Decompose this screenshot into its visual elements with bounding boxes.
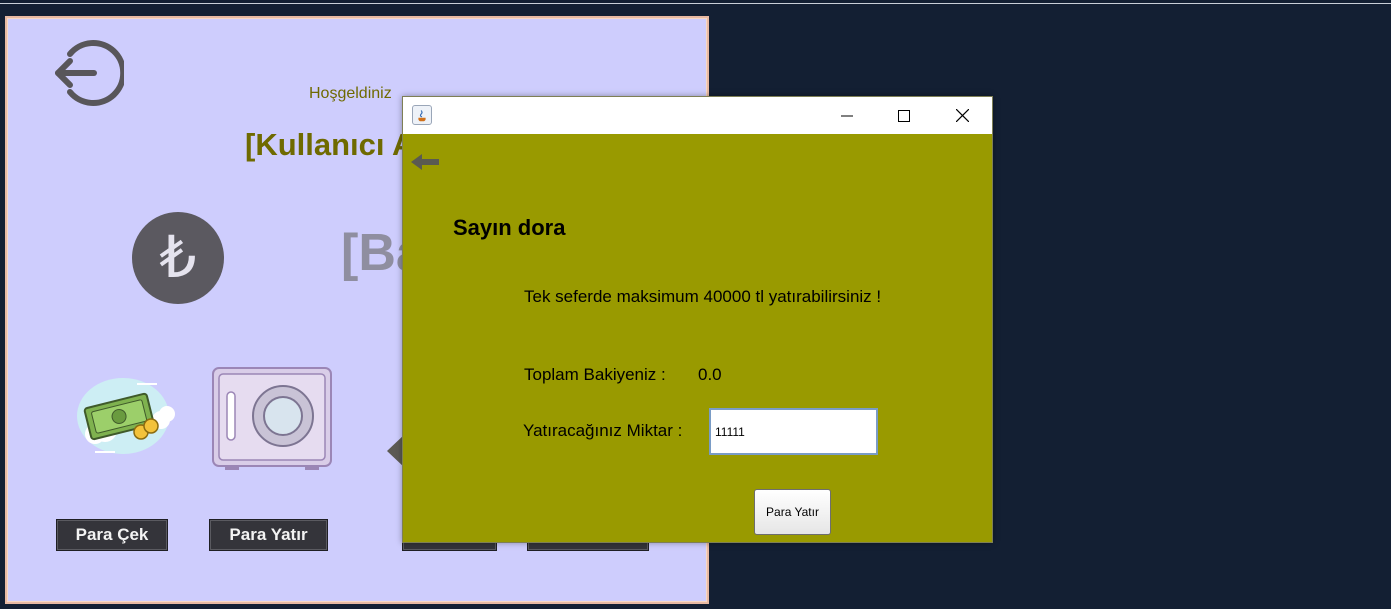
maximize-button[interactable] [875, 97, 933, 134]
total-balance-label: Toplam Bakiyeniz : [524, 365, 666, 384]
amount-label: Yatıracağınız Miktar : [523, 421, 683, 440]
close-button[interactable] [933, 97, 991, 134]
dialog-titlebar[interactable] [403, 97, 992, 134]
deposit-button[interactable]: Para Yatır [209, 519, 328, 551]
deposit-submit-button[interactable]: Para Yatır [754, 489, 831, 535]
deposit-dialog: Sayın dora Tek seferde maksimum 40000 tl… [402, 96, 993, 543]
deposit-limit-info: Tek seferde maksimum 40000 tl yatırabili… [524, 287, 882, 306]
logout-icon[interactable] [50, 36, 124, 110]
java-icon [412, 105, 432, 125]
user-name-heading: [Kullanıcı A [245, 127, 415, 162]
minimize-icon [841, 115, 853, 116]
minimize-button[interactable] [818, 97, 876, 134]
withdraw-button[interactable]: Para Çek [56, 519, 168, 551]
welcome-text: Hoşgeldiniz [309, 85, 392, 102]
desktop-divider [0, 3, 1391, 4]
maximize-icon [898, 109, 910, 122]
amount-input[interactable] [709, 408, 878, 455]
dialog-greeting: Sayın dora [453, 215, 566, 240]
back-arrow-icon[interactable] [411, 151, 441, 173]
close-icon [955, 109, 969, 122]
money-icon[interactable] [65, 370, 177, 462]
total-balance-value: 0.0 [698, 365, 722, 384]
lira-icon: ₺ [132, 212, 224, 304]
safe-icon[interactable] [211, 366, 333, 472]
